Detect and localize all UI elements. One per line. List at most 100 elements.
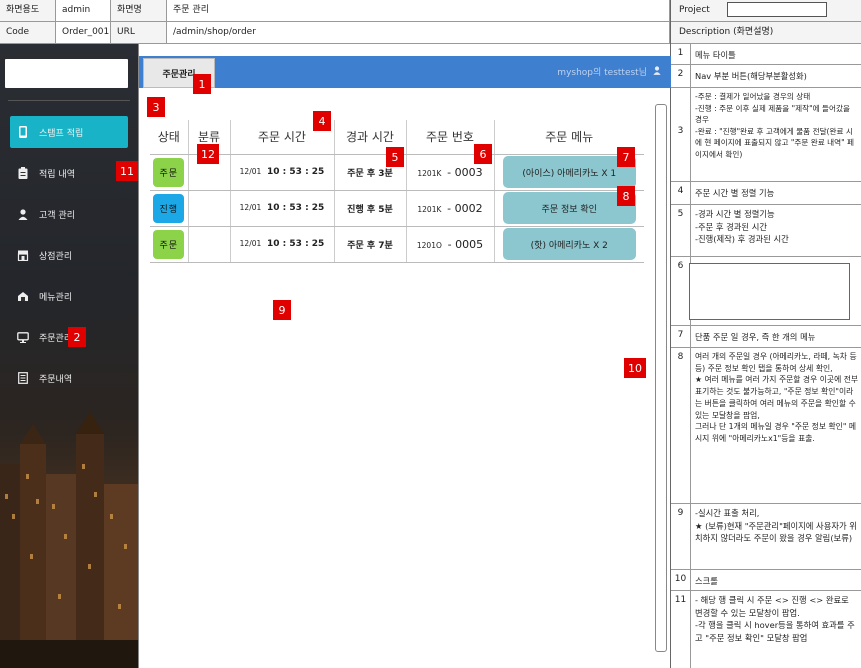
sidebar-item-label: 적립 내역 [39, 169, 75, 180]
description-panel: Project Description (화면설명) 1 메뉴 타이틀 2 Na… [670, 0, 861, 668]
user-icon [17, 208, 29, 220]
annotation-marker-1: 1 [193, 74, 211, 94]
order-menu-button[interactable]: (아이스) 아메리카노 X 1 [502, 156, 636, 188]
sidebar-item-menu[interactable]: 메뉴관리 [10, 280, 128, 312]
order-prefix: 1201K [417, 204, 442, 214]
order-time-cell: 12/01 10 : 53 : 25 [230, 226, 335, 263]
user-info[interactable]: myshop의 testtest님 [557, 65, 661, 78]
project-row: Project [671, 0, 861, 22]
order-time: 10 : 53 : 25 [267, 239, 325, 249]
sidebar-item-customers[interactable]: 고객 관리 [10, 198, 128, 230]
desc-text: 단품 주문 일 경우, 즉 한 개의 메뉴 [695, 332, 816, 342]
desc-num: 6 [671, 257, 691, 325]
url-value: /admin/shop/order [167, 22, 670, 44]
sidebar-item-label: 고객 관리 [39, 210, 75, 221]
order-menu-button[interactable]: (핫) 아메리카노 X 2 [502, 228, 636, 260]
screen-name-label: 화면명 [111, 0, 167, 22]
order-time: 10 : 53 : 25 [267, 203, 325, 213]
sidebar-divider [8, 100, 130, 101]
sidebar: 스탬프 적립 적립 내역 고객 관리 상점관리 메뉴관리 주문관리 주문내역 [0, 44, 138, 668]
sidebar-item-store[interactable]: 상점관리 [10, 239, 128, 271]
desc-num: 9 [671, 504, 691, 569]
desc-num: 3 [671, 88, 691, 181]
orders-table: 상태 분류 주문 시간 경과 시간 주문 번호 주문 메뉴 주문 12/01 1… [150, 120, 644, 263]
desc-text: 주문 시간 별 정렬 기능 [695, 188, 775, 198]
desc-num: 4 [671, 182, 691, 204]
order-info-button[interactable]: 주문 정보 확인 [502, 192, 636, 224]
code-label: Code [0, 22, 56, 44]
main-content: 주문관리 myshop의 testtest님 상태 분류 주문 시간 경과 시간… [138, 44, 671, 668]
order-prefix: 1201K [417, 168, 442, 178]
order-prefix: 1201O [416, 240, 442, 250]
annotation-marker-7: 7 [617, 147, 635, 167]
description-header: Description (화면설명) [671, 22, 861, 44]
city-background-image [0, 412, 138, 668]
desc-num: 2 [671, 65, 691, 87]
menu-icon [17, 290, 29, 302]
order-number: - 0003 [447, 165, 483, 179]
list-icon [17, 372, 29, 384]
elapsed-time-cell: 진행 후 5분 [334, 190, 407, 227]
desc-row: 3 -주문 : 결제가 일어났을 경우의 상태 -진행 : 주문 이후 실제 제… [671, 88, 861, 182]
status-cell: 주문 [150, 226, 189, 263]
code-value: Order_001 [56, 22, 111, 44]
order-date: 12/01 [239, 167, 262, 176]
desc-text: -실시간 표출 처리, ★ (보류)현재 "주문관리"페이지에 사용자가 위치하… [695, 508, 857, 543]
screen-name-value: 주문 관리 [167, 0, 670, 22]
table-row[interactable]: 진행 12/01 10 : 53 : 25 진행 후 5분 1201K - 00… [150, 190, 644, 227]
store-icon [17, 249, 29, 261]
desc-row: 10 스크롤 [671, 570, 861, 591]
sidebar-item-label: 메뉴관리 [39, 292, 73, 303]
desc-row: 9 -실시간 표출 처리, ★ (보류)현재 "주문관리"페이지에 사용자가 위… [671, 504, 861, 570]
url-label: URL [111, 22, 167, 44]
desc-text: - 해당 행 클릭 시 주문 <> 진행 <> 완료로 변경할 수 있는 모달창… [695, 595, 855, 643]
desc-row: 11 - 해당 행 클릭 시 주문 <> 진행 <> 완료로 변경할 수 있는 … [671, 591, 861, 668]
status-cell: 주문 [150, 154, 189, 191]
annotation-marker-11: 11 [116, 161, 138, 181]
desc-row: 6 [671, 257, 861, 326]
spec-header: 화면용도 admin 화면명 주문 관리 Code Order_001 URL … [0, 0, 670, 44]
monitor-icon [17, 331, 29, 343]
screen-usage-label: 화면용도 [0, 0, 56, 22]
order-number: - 0005 [447, 237, 484, 251]
desc-row: 7 단품 주문 일 경우, 즉 한 개의 메뉴 [671, 326, 861, 348]
order-number: - 0002 [447, 201, 483, 215]
sidebar-item-stamp[interactable]: 스탬프 적립 [10, 116, 128, 148]
top-bar: 주문관리 myshop의 testtest님 [139, 56, 671, 88]
status-badge[interactable]: 진행 [153, 193, 185, 223]
status-cell: 진행 [150, 190, 189, 227]
sidebar-search-box[interactable] [5, 59, 128, 88]
order-time: 10 : 53 : 25 [267, 167, 325, 177]
desc-num: 8 [671, 348, 691, 503]
sidebar-item-label: 스탬프 적립 [39, 128, 84, 139]
annotation-marker-8: 8 [617, 186, 635, 206]
phone-icon [17, 126, 29, 138]
desc-row: 8 여러 개의 주문일 경우 (아메리카노, 라떼, 녹차 등등) 주문 정보 … [671, 348, 861, 504]
order-number-cell: 1201K - 0002 [406, 190, 495, 227]
annotation-marker-2: 2 [68, 327, 86, 347]
elapsed-time-cell: 주문 후 7분 [334, 226, 407, 263]
desc-text: -주문 : 결제가 일어났을 경우의 상태 -진행 : 주문 이후 실제 제품을… [695, 92, 855, 159]
annotation-marker-6: 6 [474, 144, 492, 164]
order-number-cell: 1201O - 0005 [406, 226, 495, 263]
project-input[interactable] [727, 2, 827, 17]
status-badge[interactable]: 주문 [153, 229, 185, 259]
category-cell [188, 190, 231, 227]
sidebar-item-order-history[interactable]: 주문내역 [10, 362, 128, 394]
order-date: 12/01 [239, 239, 262, 248]
annotation-marker-3: 3 [147, 97, 165, 117]
sidebar-item-stamp-history[interactable]: 적립 내역 [10, 157, 128, 189]
status-badge[interactable]: 주문 [153, 157, 185, 187]
project-label: Project [679, 5, 710, 15]
order-date: 12/01 [239, 203, 262, 212]
desc-text: -경과 시간 별 정렬기능 -주문 후 경과된 시간 -진행(제작) 후 경과된… [695, 209, 789, 244]
desc-image-placeholder [689, 263, 850, 320]
scrollbar[interactable] [655, 104, 667, 652]
desc-row: 4 주문 시간 별 정렬 기능 [671, 182, 861, 205]
desc-row: 5 -경과 시간 별 정렬기능 -주문 후 경과된 시간 -진행(제작) 후 경… [671, 205, 861, 257]
desc-num: 1 [671, 44, 691, 64]
annotation-marker-4: 4 [313, 111, 331, 131]
desc-text: Nav 부분 버튼(해당부분활성화) [695, 71, 807, 81]
table-row[interactable]: 주문 12/01 10 : 53 : 25 주문 후 7분 1201O - 00… [150, 226, 644, 263]
desc-text: 여러 개의 주문일 경우 (아메리카노, 라떼, 녹차 등등) 주문 정보 확인… [695, 352, 859, 443]
